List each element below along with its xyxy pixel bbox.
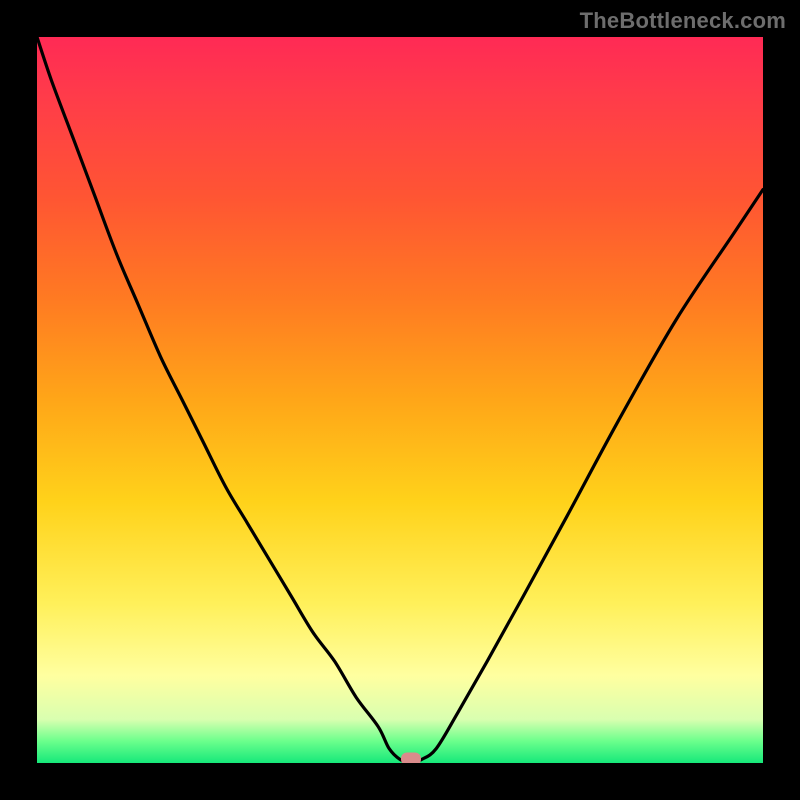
plot-area: [37, 37, 763, 763]
bottleneck-curve: [37, 37, 763, 763]
chart-frame: TheBottleneck.com: [0, 0, 800, 800]
optimal-point-marker: [401, 753, 421, 764]
watermark-text: TheBottleneck.com: [580, 8, 786, 34]
